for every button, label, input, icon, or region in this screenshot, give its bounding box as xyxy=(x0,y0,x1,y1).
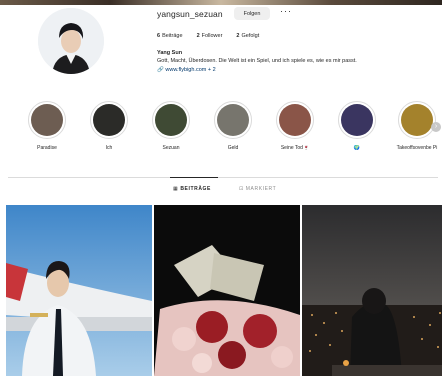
highlight-label: Seine Tod🍷 xyxy=(280,145,310,151)
cover-strip xyxy=(0,0,442,5)
highlight-cover xyxy=(401,104,433,136)
post-thumbnail[interactable] xyxy=(6,205,152,376)
highlight-ring xyxy=(28,101,66,139)
post-thumbnail[interactable] xyxy=(154,205,300,376)
post-thumbnail[interactable] xyxy=(302,205,442,376)
highlight-ring xyxy=(338,101,376,139)
highlight-cover xyxy=(279,104,311,136)
highlight-cover xyxy=(155,104,187,136)
highlight-ring xyxy=(214,101,252,139)
highlight-cover xyxy=(217,104,249,136)
highlight-label: Geld xyxy=(227,145,239,151)
profile-link[interactable]: 🔗 www.flybigh.com + 2 xyxy=(157,67,216,73)
post-image-city-night xyxy=(302,205,442,376)
profile-username: yangsun_sezuan xyxy=(157,9,223,19)
highlight-cover xyxy=(341,104,373,136)
highlight-ring xyxy=(398,101,436,139)
stat-posts[interactable]: 6 Beiträge xyxy=(157,33,183,39)
tab-posts[interactable]: ▦ BEITRÄGE xyxy=(173,186,211,192)
highlight-item[interactable]: Seine Tod🍷 xyxy=(272,101,318,151)
post-image-flowers xyxy=(154,205,300,376)
link-icon: 🔗 xyxy=(157,67,164,73)
post-image-pilot xyxy=(6,205,152,376)
profile-link-text: www.flybigh.com + 2 xyxy=(165,67,216,73)
tab-divider xyxy=(8,177,438,178)
more-options-icon[interactable]: ··· xyxy=(280,6,292,16)
highlight-item[interactable]: Sezuan xyxy=(148,101,194,151)
highlight-label: Takeoffsovenbe Pi xyxy=(396,145,438,151)
highlight-label: Sezuan xyxy=(162,145,180,151)
highlight-item[interactable]: 🌍 xyxy=(334,101,380,151)
stat-following[interactable]: 2 Gefolgt xyxy=(236,33,259,39)
highlight-label: Ich xyxy=(105,145,113,151)
highlight-cover xyxy=(93,104,125,136)
stat-followers[interactable]: 2 Follower xyxy=(197,33,223,39)
follow-button[interactable]: Folgen xyxy=(234,7,270,20)
highlight-item[interactable]: Ich xyxy=(86,101,132,151)
highlight-cover xyxy=(31,104,63,136)
active-tab-indicator xyxy=(170,177,218,178)
avatar-image xyxy=(38,8,104,74)
profile-avatar[interactable] xyxy=(38,8,104,74)
highlight-ring xyxy=(90,101,128,139)
highlight-label: 🌍 xyxy=(353,145,361,151)
highlight-item[interactable]: Paradise xyxy=(24,101,70,151)
highlight-label: Paradise xyxy=(37,145,57,151)
highlight-item[interactable]: Geld xyxy=(210,101,256,151)
profile-display-name: Yang Sun xyxy=(157,50,183,56)
highlight-ring xyxy=(152,101,190,139)
profile-bio: Gott, Macht, Überdosen. Die Welt ist ein… xyxy=(157,58,357,64)
highlight-ring xyxy=(276,101,314,139)
chevron-right-icon[interactable]: › xyxy=(431,122,441,132)
tab-tagged[interactable]: ⊡ MARKIERT xyxy=(239,186,276,192)
profile-stats: 6 Beiträge 2 Follower 2 Gefolgt xyxy=(157,33,259,39)
